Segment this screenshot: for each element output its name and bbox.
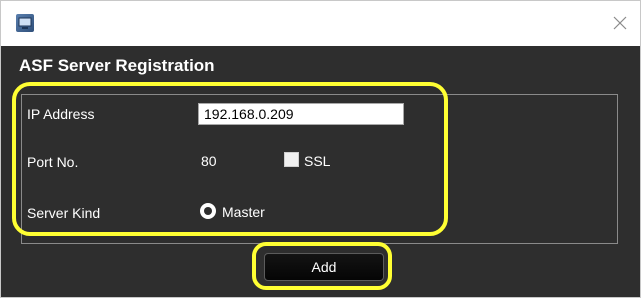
server-kind-label: Server Kind (27, 205, 101, 221)
app-icon (16, 14, 34, 32)
ip-address-label: IP Address (27, 106, 95, 122)
master-label: Master (222, 204, 265, 220)
ssl-checkbox[interactable] (284, 152, 299, 167)
port-label: Port No. (27, 154, 79, 170)
add-button[interactable]: Add (264, 253, 384, 281)
port-value: 80 (201, 153, 217, 169)
dialog-title: ASF Server Registration (19, 56, 215, 75)
radio-selected-dot (204, 207, 212, 215)
ssl-label: SSL (304, 153, 331, 169)
title-bar (1, 1, 640, 46)
close-icon[interactable] (610, 13, 630, 33)
ip-address-input[interactable] (198, 103, 404, 125)
registration-window: ASF Server Registration IP Address Port … (0, 0, 641, 298)
master-radio[interactable] (200, 203, 216, 219)
dialog-body: ASF Server Registration IP Address Port … (1, 46, 640, 297)
